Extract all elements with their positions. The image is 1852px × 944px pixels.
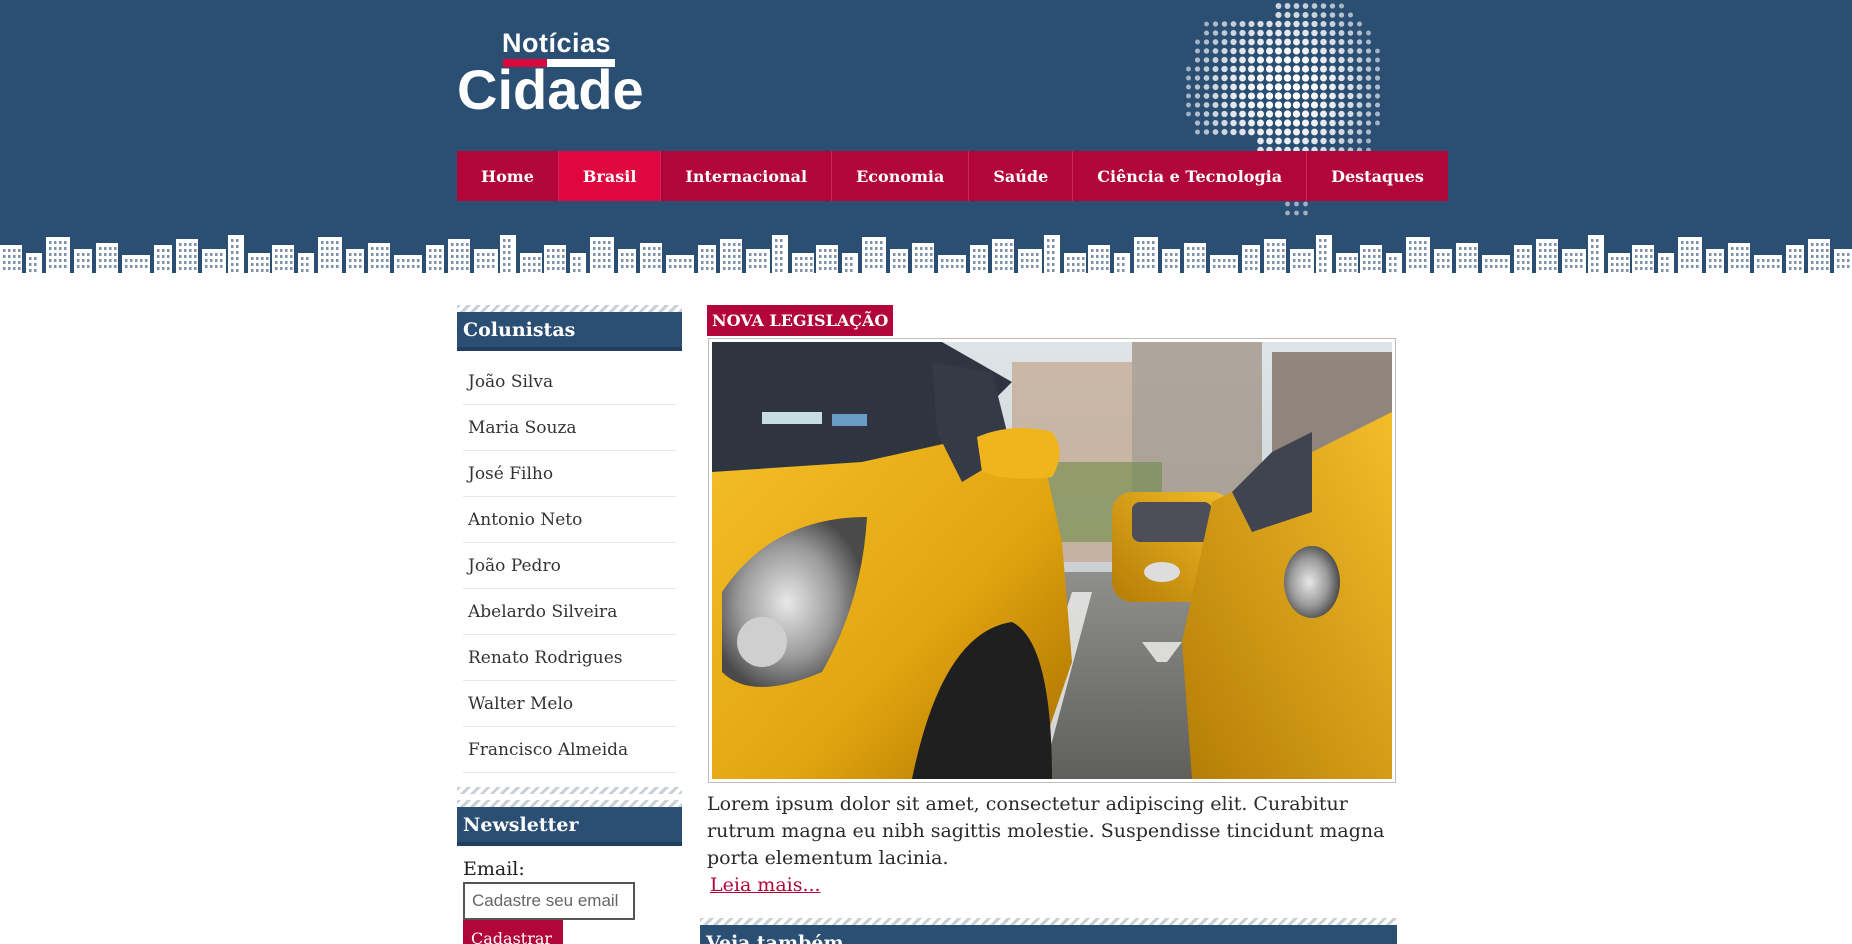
- divider-hatch: [457, 787, 682, 794]
- site-logo[interactable]: Notícias Cidade: [457, 28, 647, 118]
- site-header: Notícias Cidade Home Brasil Internacional E…: [0, 0, 1852, 290]
- columnist-link[interactable]: João Pedro: [463, 543, 676, 589]
- newsletter-title: Newsletter: [457, 807, 682, 846]
- columnist-link[interactable]: Walter Melo: [463, 681, 676, 727]
- email-label: Email:: [463, 858, 525, 880]
- nav-item-ciencia-e-tecnologia[interactable]: Ciência e Tecnologia: [1073, 151, 1308, 201]
- columnists-list: João Silva Maria Souza José Filho Antonio N…: [457, 351, 682, 777]
- columnist-link[interactable]: Francisco Almeida: [463, 727, 676, 773]
- columnists-title: Colunistas: [457, 312, 682, 351]
- columnist-link[interactable]: Antonio Neto: [463, 497, 676, 543]
- columnist-link[interactable]: Maria Souza: [463, 405, 676, 451]
- nav-item-saude[interactable]: Saúde: [969, 151, 1074, 201]
- nav-item-destaques[interactable]: Destaques: [1307, 151, 1448, 201]
- city-skyline-icon: [0, 235, 1852, 290]
- columnist-link[interactable]: José Filho: [463, 451, 676, 497]
- columnist-link[interactable]: Abelardo Silveira: [463, 589, 676, 635]
- article-excerpt: Lorem ipsum dolor sit amet, consectetur …: [707, 793, 1385, 869]
- nav-item-brasil[interactable]: Brasil: [558, 151, 662, 201]
- main-nav: Home Brasil Internacional Economia Saúde Ciên…: [457, 151, 1448, 201]
- read-more-link[interactable]: Leia mais...: [710, 874, 821, 896]
- article-tag: NOVA LEGISLAÇÃO: [707, 305, 894, 336]
- submit-button[interactable]: Cadastrar: [463, 920, 563, 944]
- nav-item-internacional[interactable]: Internacional: [661, 151, 833, 201]
- nav-item-economia[interactable]: Economia: [832, 151, 970, 201]
- divider-hatch: [457, 800, 682, 807]
- columnist-link[interactable]: Renato Rodrigues: [463, 635, 676, 681]
- sidebar: Colunistas João Silva Maria Souza José Fil…: [457, 305, 682, 944]
- logo-main-text: Cidade: [457, 58, 644, 121]
- logo-top-text: Notícias: [502, 28, 612, 58]
- nav-item-home[interactable]: Home: [457, 151, 559, 201]
- main-content: NOVA LEGISLAÇÃO Lorem ipsum dolor sit am…: [700, 305, 1397, 944]
- divider-hatch: [457, 305, 682, 312]
- divider-hatch: [700, 918, 1397, 925]
- see-also-title: Veja também: [700, 925, 1397, 944]
- taxi-photo-illustration: [712, 342, 1392, 779]
- article-photo[interactable]: [708, 338, 1396, 783]
- email-field[interactable]: [463, 882, 635, 920]
- columnist-link[interactable]: João Silva: [463, 359, 676, 405]
